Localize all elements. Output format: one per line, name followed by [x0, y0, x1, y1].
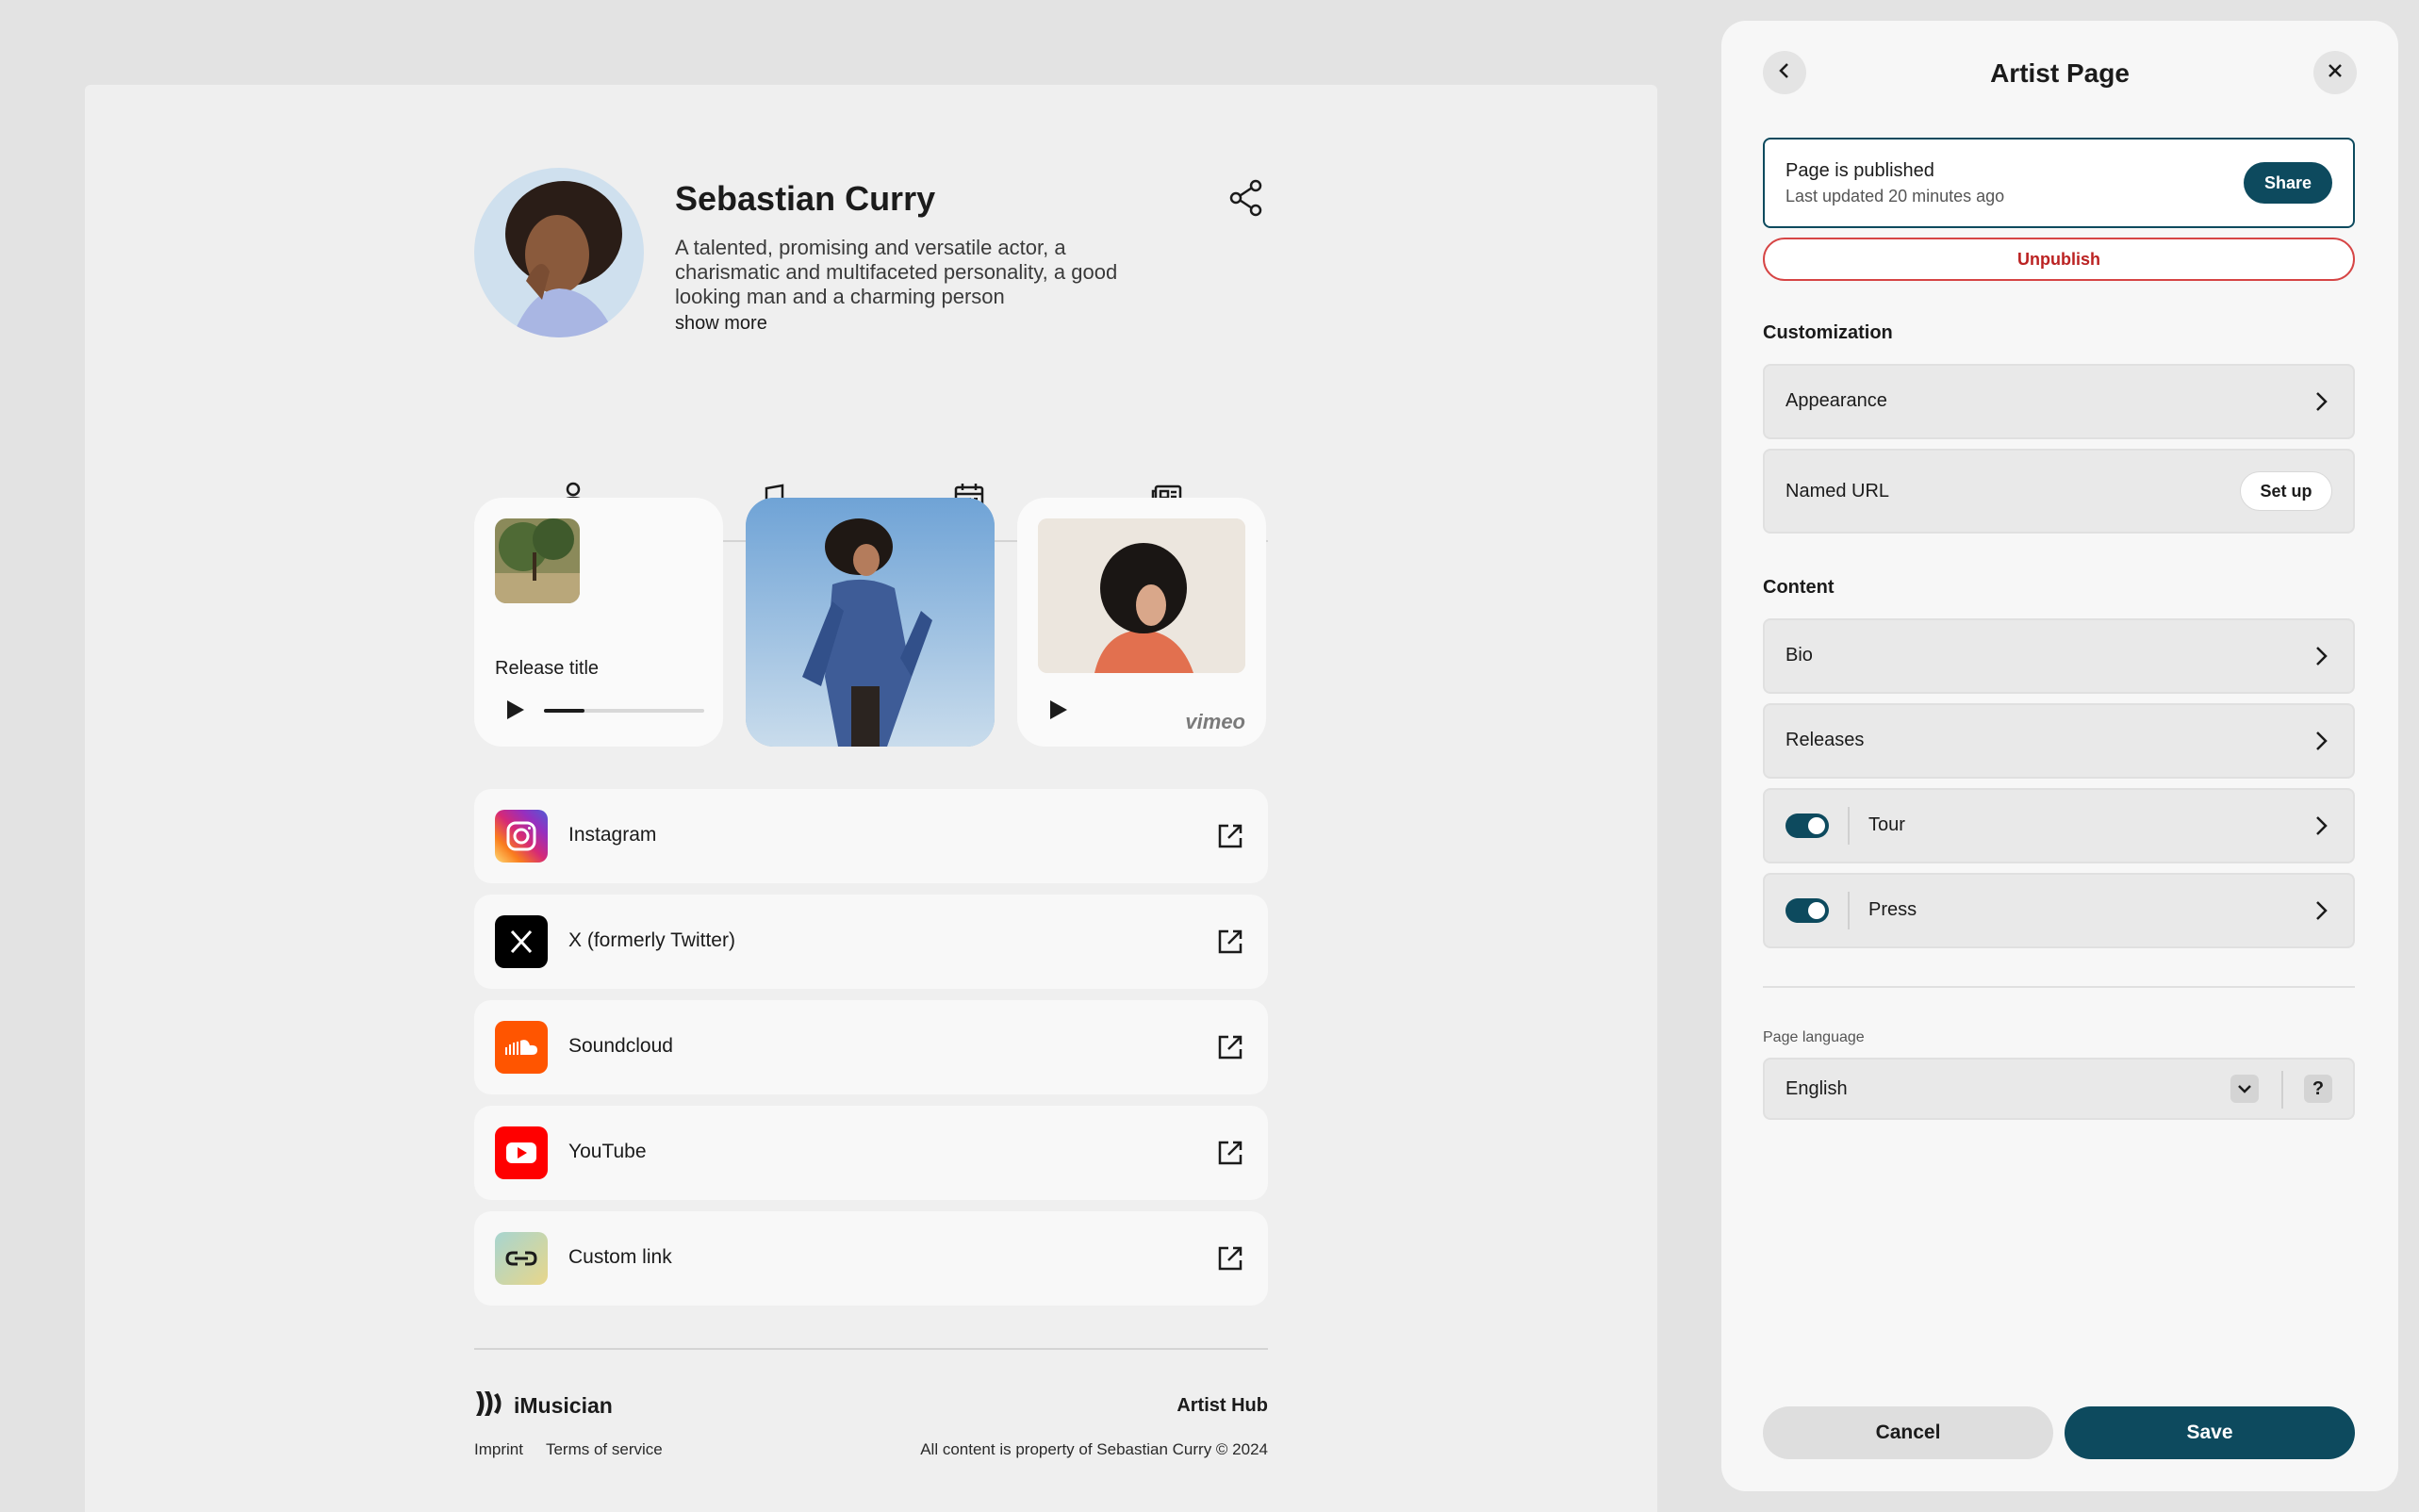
link-label: X (formerly Twitter) [568, 929, 735, 951]
page-language-label: Page language [1763, 1029, 1865, 1045]
link-x[interactable]: X (formerly Twitter) [474, 895, 1268, 989]
footer-links: Imprint Terms of service [474, 1440, 663, 1459]
video-card[interactable]: vimeo [1017, 498, 1266, 747]
toggle-knob [1808, 902, 1825, 919]
brand-name: iMusician [514, 1393, 613, 1418]
release-artwork [495, 518, 580, 603]
chevron-right-icon [2308, 813, 2334, 839]
panel-title: Artist Page [1990, 58, 2130, 88]
external-link-icon [1215, 821, 1245, 851]
appearance-row[interactable]: Appearance [1763, 364, 2355, 439]
share-button[interactable]: Share [2244, 162, 2332, 204]
link-soundcloud[interactable]: Soundcloud [474, 1000, 1268, 1094]
x-icon [495, 915, 548, 968]
footer-divider [474, 1348, 1268, 1350]
releases-row[interactable]: Releases [1763, 703, 2355, 779]
tour-row[interactable]: Tour [1763, 788, 2355, 863]
close-button[interactable] [2313, 51, 2357, 94]
publish-status-title: Page is published [1785, 160, 1934, 181]
link-label: Soundcloud [568, 1035, 673, 1057]
tour-toggle[interactable] [1785, 814, 1829, 838]
chevron-right-icon [2308, 728, 2334, 754]
chevron-down-icon [2230, 1075, 2259, 1103]
release-title: Release title [495, 658, 600, 679]
tour-label: Tour [1868, 814, 1905, 835]
set-up-button[interactable]: Set up [2240, 471, 2332, 511]
external-link-icon [1215, 1032, 1245, 1062]
imusician-logo-icon [474, 1389, 504, 1422]
bio-label: Bio [1785, 645, 1813, 666]
release-card[interactable]: Release title [474, 498, 723, 747]
link-instagram[interactable]: Instagram [474, 789, 1268, 883]
artist-page-panel: Artist Page Page is published Last updat… [1721, 21, 2398, 1491]
artist-bio: A talented, promising and versatile acto… [675, 236, 1118, 308]
artist-page-preview: Sebastian Curry A talented, promising an… [85, 85, 1657, 1512]
press-label: Press [1868, 899, 1917, 920]
link-label: YouTube [568, 1141, 647, 1162]
instagram-icon [495, 810, 548, 863]
link-icon [495, 1232, 548, 1285]
row-separator [1848, 892, 1850, 929]
vimeo-logo: vimeo [1185, 710, 1245, 733]
appearance-label: Appearance [1785, 390, 1887, 411]
imprint-link[interactable]: Imprint [474, 1440, 523, 1459]
play-icon[interactable] [502, 698, 527, 722]
section-divider [1763, 986, 2355, 988]
link-custom[interactable]: Custom link [474, 1211, 1268, 1306]
link-label: Instagram [568, 824, 657, 846]
named-url-label: Named URL [1785, 481, 1890, 501]
photo-card[interactable] [746, 498, 995, 747]
publish-status-box: Page is published Last updated 20 minute… [1763, 138, 2355, 228]
row-separator [1848, 807, 1850, 845]
save-button[interactable]: Save [2065, 1406, 2355, 1459]
language-value: English [1785, 1078, 1848, 1099]
share-icon[interactable] [1226, 177, 1267, 219]
external-link-icon [1215, 1138, 1245, 1168]
copyright-text: All content is property of Sebastian Cur… [920, 1440, 1268, 1458]
cancel-button[interactable]: Cancel [1763, 1406, 2053, 1459]
imusician-logo[interactable]: iMusician [474, 1389, 613, 1422]
row-separator [2281, 1071, 2283, 1109]
soundcloud-icon [495, 1021, 548, 1074]
bio-row[interactable]: Bio [1763, 618, 2355, 694]
terms-link[interactable]: Terms of service [546, 1440, 663, 1459]
external-link-icon [1215, 1243, 1245, 1274]
chevron-right-icon [2308, 897, 2334, 924]
show-more-link[interactable]: show more [675, 313, 767, 335]
chevron-right-icon [2308, 388, 2334, 415]
help-button[interactable]: ? [2304, 1075, 2332, 1103]
video-play-icon[interactable] [1045, 698, 1070, 722]
press-row[interactable]: Press [1763, 873, 2355, 948]
press-toggle[interactable] [1785, 898, 1829, 923]
media-cards: Release title vimeo [474, 498, 1268, 748]
video-thumbnail [1038, 518, 1245, 673]
external-link-icon [1215, 927, 1245, 957]
artist-name: Sebastian Curry [675, 179, 936, 218]
unpublish-button[interactable]: Unpublish [1763, 238, 2355, 281]
named-url-row: Named URL Set up [1763, 449, 2355, 534]
last-updated-text: Last updated 20 minutes ago [1785, 187, 2005, 205]
link-youtube[interactable]: YouTube [474, 1106, 1268, 1200]
content-heading: Content [1763, 577, 1835, 598]
toggle-knob [1808, 817, 1825, 834]
customization-heading: Customization [1763, 322, 1893, 343]
close-icon [2326, 61, 2345, 85]
release-progress-fill [544, 709, 584, 713]
artist-hub-label: Artist Hub [1177, 1395, 1268, 1416]
language-select[interactable]: English ? [1763, 1058, 2355, 1120]
releases-label: Releases [1785, 730, 1865, 750]
link-label: Custom link [568, 1246, 672, 1268]
youtube-icon [495, 1126, 548, 1179]
avatar [474, 168, 644, 337]
social-links: Instagram X (formerly Twitter) Soundclou… [474, 789, 1268, 1317]
chevron-right-icon [2308, 643, 2334, 669]
release-progress-bar[interactable] [544, 709, 704, 713]
